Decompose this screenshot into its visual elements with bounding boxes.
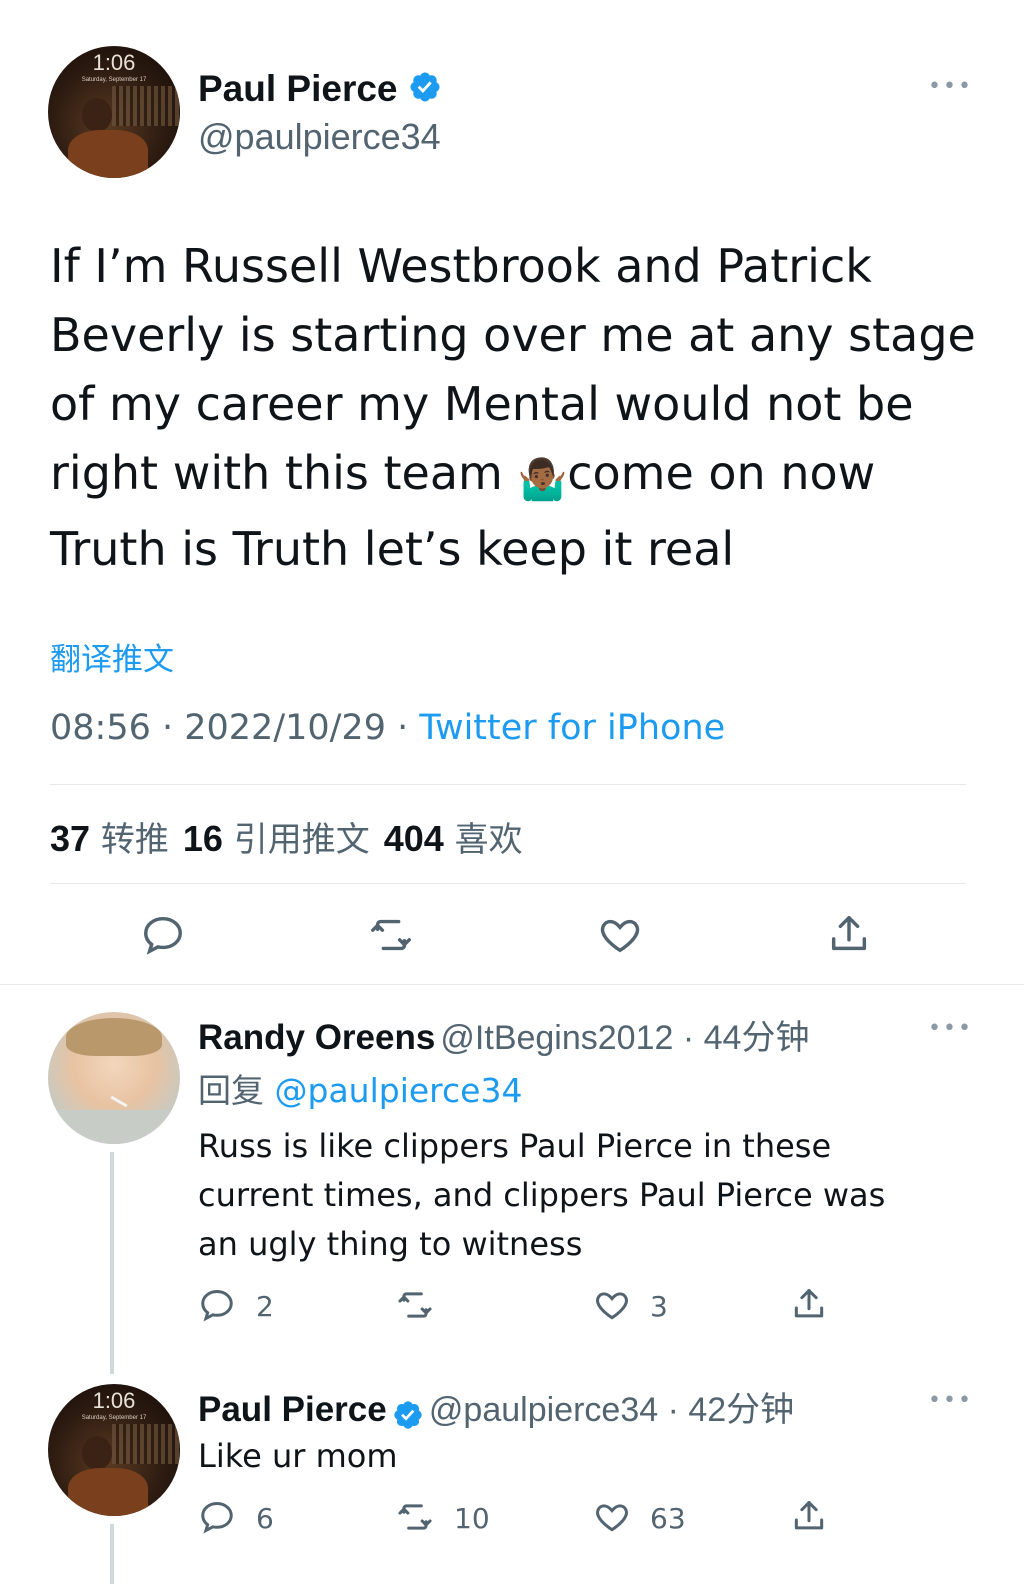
like-count-label: 喜欢 bbox=[454, 820, 523, 860]
tweet-text-line: right with this team 🤷🏾‍♂️come on now bbox=[50, 439, 990, 515]
shrug-emoji-icon: 🤷🏾‍♂️ bbox=[517, 457, 568, 503]
reply-author-name[interactable]: Paul Pierce bbox=[198, 1390, 387, 1429]
avatar-figure-body bbox=[68, 130, 148, 178]
tweet-text-line: of my career my Mental would not be bbox=[50, 377, 914, 431]
tweet-stats: 37 转推 16 引用推文 404 喜欢 bbox=[50, 812, 537, 861]
avatar-hair bbox=[66, 1018, 162, 1056]
reply-text-line: Russ is like clippers Paul Pierce in the… bbox=[198, 1127, 832, 1165]
more-options-icon[interactable]: ••• bbox=[928, 1016, 973, 1041]
reply-header: Randy Oreens @ItBegins2012 · 44分钟 bbox=[198, 1010, 809, 1059]
tweet-source-link[interactable]: Twitter for iPhone bbox=[419, 708, 725, 748]
avatar-background bbox=[112, 1424, 180, 1464]
thread-line bbox=[110, 1524, 114, 1584]
reply-to-label: 回复 bbox=[198, 1071, 275, 1110]
retweet-count-label: 转推 bbox=[100, 820, 169, 860]
reply-text-line: current times, and clippers Paul Pierce … bbox=[198, 1176, 886, 1214]
avatar-figure-head bbox=[82, 1436, 112, 1470]
tweet-text-fragment: come on now bbox=[567, 446, 876, 500]
avatar-background bbox=[112, 86, 180, 126]
like-icon[interactable] bbox=[596, 912, 644, 958]
divider bbox=[0, 984, 1024, 985]
reply-text-line: Like ur mom bbox=[198, 1437, 398, 1475]
reply-author-name[interactable]: Randy Oreens bbox=[198, 1018, 435, 1057]
reply-icon[interactable] bbox=[140, 912, 186, 958]
reply-to-handle-link[interactable]: @paulpierce34 bbox=[275, 1071, 523, 1110]
like-count: 3 bbox=[650, 1290, 668, 1323]
avatar-clock-text: 1:06 bbox=[92, 50, 136, 75]
reply-text: Russ is like clippers Paul Pierce in the… bbox=[198, 1122, 988, 1269]
tweet-text-fragment: right with this team bbox=[50, 446, 518, 500]
retweet-icon[interactable] bbox=[366, 912, 416, 958]
verified-badge-icon bbox=[408, 70, 442, 113]
avatar-date-text: Saturday, September 17 bbox=[81, 77, 147, 83]
reply-author-handle[interactable]: @ItBegins2012 · 44分钟 bbox=[440, 1019, 809, 1057]
avatar-paul-pierce[interactable]: 1:06 Saturday, September 17 bbox=[48, 1384, 180, 1516]
share-icon[interactable] bbox=[790, 1284, 828, 1324]
divider bbox=[50, 784, 966, 785]
reply-text-line: an ugly thing to witness bbox=[198, 1225, 583, 1263]
like-count: 63 bbox=[650, 1502, 686, 1535]
quote-count[interactable]: 16 bbox=[183, 818, 223, 859]
tweet-text-line: Truth is Truth let’s keep it real bbox=[50, 522, 735, 576]
translate-tweet-link[interactable]: 翻译推文 bbox=[50, 634, 174, 679]
more-options-icon[interactable]: ••• bbox=[928, 74, 973, 99]
share-icon[interactable] bbox=[790, 1496, 828, 1536]
divider bbox=[50, 883, 966, 884]
reply-icon[interactable] bbox=[198, 1286, 236, 1324]
tweet-time[interactable]: 08:56 · 2022/10/29 · bbox=[50, 708, 419, 748]
author-name[interactable]: Paul Pierce bbox=[198, 68, 442, 113]
reply-text: Like ur mom bbox=[198, 1432, 988, 1481]
reply-author-handle[interactable]: @paulpierce34 · 42分钟 bbox=[429, 1391, 794, 1429]
author-name-text: Paul Pierce bbox=[198, 68, 398, 109]
like-icon[interactable] bbox=[592, 1286, 632, 1324]
verified-badge-icon bbox=[392, 1399, 424, 1435]
avatar-paul-pierce[interactable]: 1:06 Saturday, September 17 bbox=[48, 46, 180, 178]
reply-to-line: 回复 @paulpierce34 bbox=[198, 1064, 522, 1112]
thread-line bbox=[110, 1152, 114, 1374]
avatar-clock-text: 1:06 bbox=[92, 1388, 136, 1413]
avatar-randy-oreens[interactable] bbox=[48, 1012, 180, 1144]
more-options-icon[interactable]: ••• bbox=[928, 1388, 973, 1413]
quote-count-label: 引用推文 bbox=[233, 820, 370, 860]
avatar-shirt bbox=[48, 1110, 180, 1144]
tweet-text-line: If I’m Russell Westbrook and Patrick bbox=[50, 239, 872, 293]
tweet-text-line: Beverly is starting over me at any stage bbox=[50, 308, 976, 362]
reply-header: Paul Pierce @paulpierce34 · 42分钟 bbox=[198, 1382, 794, 1435]
retweet-count[interactable]: 37 bbox=[50, 818, 90, 859]
like-icon[interactable] bbox=[592, 1498, 632, 1536]
reply-count: 6 bbox=[256, 1502, 274, 1535]
tweet-text: If I’m Russell Westbrook and Patrick Bev… bbox=[50, 232, 990, 584]
avatar-figure-body bbox=[68, 1468, 148, 1516]
retweet-icon[interactable] bbox=[394, 1498, 436, 1536]
reply-count: 2 bbox=[256, 1290, 274, 1323]
author-handle[interactable]: @paulpierce34 bbox=[198, 116, 441, 158]
avatar-figure-head bbox=[82, 98, 112, 132]
avatar-cigarette bbox=[110, 1095, 128, 1108]
reply-icon[interactable] bbox=[198, 1498, 236, 1536]
tweet-timestamp: 08:56 · 2022/10/29 · Twitter for iPhone bbox=[50, 708, 725, 748]
avatar-date-text: Saturday, September 17 bbox=[81, 1415, 147, 1421]
share-icon[interactable] bbox=[826, 910, 872, 958]
retweet-count: 10 bbox=[454, 1502, 490, 1535]
retweet-icon[interactable] bbox=[394, 1286, 436, 1324]
like-count[interactable]: 404 bbox=[384, 818, 444, 859]
